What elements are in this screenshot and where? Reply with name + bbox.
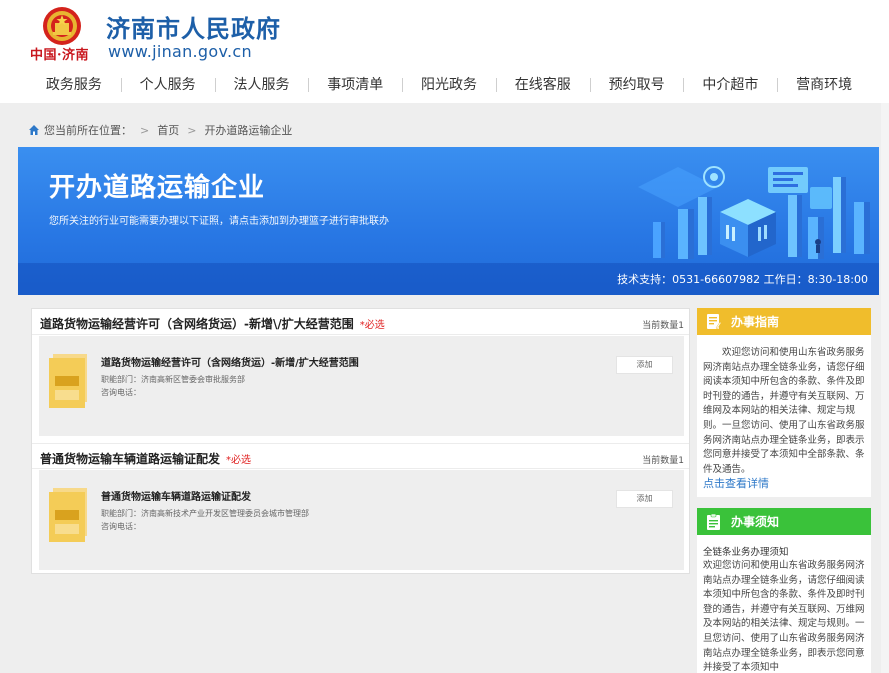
home-icon [29,125,39,135]
add-button[interactable]: 添加 [616,356,673,374]
add-button[interactable]: 添加 [616,490,673,508]
notice-subtitle: 全链条业务办理须知 [703,547,789,558]
site-title[interactable]: 济南市人民政府 [106,9,281,44]
section-count: 当前数量1 [642,321,684,331]
section-header: 道路货物运输经营许可（含网络货运）-新增\/扩大经营范围 *必选 当前数量1 [32,309,689,335]
nav-item-zhengwu[interactable]: 政务服务 [27,74,121,94]
license-item-name: 道路货物运输经营许可（含网络货运）-新增/扩大经营范围 [101,358,359,369]
notice-panel-header: 办事须知 [697,508,871,535]
license-item-card: 道路货物运输经营许可（含网络货运）-新增/扩大经营范围 职能部门：济南高新区管委… [39,336,684,436]
breadcrumb: 您当前所在位置： > 首页 > 开办道路运输企业 [28,122,292,138]
clipboard-icon [707,513,720,530]
document-stack-icon [49,354,87,408]
nav-item-item-list[interactable]: 事项清单 [308,74,402,94]
guide-panel-header: 办事指南 [697,308,871,335]
page-banner: 开办道路运输企业 您所关注的行业可能需要办理以下证照，请点击添加到办理篮子进行审… [18,147,879,295]
banner-subtitle: 您所关注的行业可能需要办理以下证照，请点击添加到办理篮子进行审批联办 [49,216,389,227]
required-mark: *必选 [226,455,252,466]
site-url: www.jinan.gov.cn [108,42,252,61]
section-title-text: 道路货物运输经营许可（含网络货运）-新增\/扩大经营范围 [40,317,354,331]
site-header: 中国·济南 济南市人民政府 www.jinan.gov.cn 政务服务 个人服务… [0,0,889,103]
notice-panel-title: 办事须知 [731,515,780,529]
license-item-dept: 职能部门：济南高新区管委会审批服务部 [101,375,245,384]
breadcrumb-separator: > [140,123,150,137]
nav-item-business-env[interactable]: 营商环境 [777,74,871,94]
guide-text: 欢迎您访问和使用山东省政务服务网济南站点办理全链条业务，请您仔细阅读本须知中所包… [703,347,865,475]
main-nav: 政务服务 个人服务 法人服务 事项清单 阳光政务 在线客服 预约取号 中介超市 … [27,70,871,98]
license-item-phone: 咨询电话： [101,522,141,531]
nav-item-legal-person[interactable]: 法人服务 [214,74,309,94]
page-scrollbar[interactable] [881,103,889,673]
nav-item-online-service[interactable]: 在线客服 [495,74,590,94]
document-pen-icon [707,313,721,329]
nav-item-agency-market[interactable]: 中介超市 [683,74,777,94]
notice-text: 欢迎您访问和使用山东省政务服务网济南站点办理全链条业务，请您仔细阅读本须知中所包… [703,560,865,673]
city-illustration-icon [638,166,870,259]
nav-item-personal[interactable]: 个人服务 [120,74,215,94]
section-count: 当前数量1 [642,456,684,466]
national-emblem-icon [43,7,81,45]
view-details-link[interactable]: 点击查看详情 [703,475,769,491]
breadcrumb-current: 开办道路运输企业 [204,124,293,137]
required-mark: *必选 [359,320,385,331]
page-title: 开办道路运输企业 [49,173,266,203]
nav-item-sunshine[interactable]: 阳光政务 [402,74,496,94]
brand-subtitle: 中国·济南 [30,48,90,63]
license-item-card: 普通货物运输车辆道路运输证配发 职能部门：济南高新技术产业开发区管理委员会城市管… [39,470,684,570]
section-title: 道路货物运输经营许可（含网络货运）-新增\/扩大经营范围 *必选 [40,315,385,332]
nav-item-appointment[interactable]: 预约取号 [589,74,684,94]
section-title: 普通货物运输车辆道路运输证配发 *必选 [40,450,251,467]
breadcrumb-prefix: 您当前所在位置： [44,124,132,137]
license-item-phone: 咨询电话： [101,388,141,397]
license-list-panel: 道路货物运输经营许可（含网络货运）-新增\/扩大经营范围 *必选 当前数量1 道路… [31,308,690,574]
breadcrumb-separator: > [187,123,197,137]
guide-panel-title: 办事指南 [731,315,780,329]
license-item-name: 普通货物运输车辆道路运输证配发 [101,492,251,503]
notice-panel: 办事须知 全链条业务办理须知 欢迎您访问和使用山东省政务服务网济南站点办理全链条… [697,508,871,673]
section-title-text: 普通货物运输车辆道路运输证配发 [40,452,221,466]
section-header: 普通货物运输车辆道路运输证配发 *必选 当前数量1 [32,443,689,469]
breadcrumb-home-link[interactable]: 首页 [157,122,179,138]
guide-panel: 办事指南 欢迎您访问和使用山东省政务服务网济南站点办理全链条业务，请您仔细阅读本… [697,308,871,497]
document-stack-icon [49,488,87,542]
license-item-dept: 职能部门：济南高新技术产业开发区管理委员会城市管理部 [101,509,309,518]
support-info: 技术支持：0531-66607982 工作日：8:30-18:00 [617,273,868,286]
